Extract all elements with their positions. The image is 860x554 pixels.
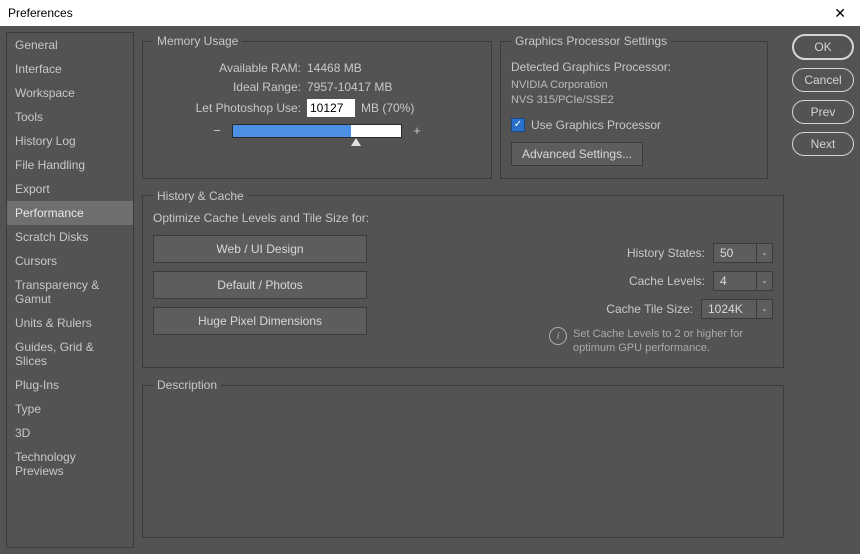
advanced-settings-button[interactable]: Advanced Settings... [511, 142, 643, 166]
ideal-range-value: 7957-10417 MB [307, 80, 392, 94]
memory-use-suffix: MB (70%) [361, 101, 414, 115]
cache-info-text: Set Cache Levels to 2 or higher for opti… [573, 327, 753, 356]
cache-levels-label: Cache Levels: [629, 274, 705, 288]
history-states-value[interactable]: 50 [713, 243, 757, 263]
slider-track[interactable] [232, 124, 402, 138]
let-use-label: Let Photoshop Use: [153, 101, 307, 115]
sidebar-item-type[interactable]: Type [7, 397, 133, 421]
sidebar-item-technology-previews[interactable]: Technology Previews [7, 445, 133, 483]
sidebar-item-interface[interactable]: Interface [7, 57, 133, 81]
available-ram-label: Available RAM: [153, 61, 307, 75]
top-row: Memory Usage Available RAM: 14468 MB Ide… [142, 32, 784, 179]
close-icon[interactable]: ✕ [828, 3, 852, 24]
window-title: Preferences [8, 6, 73, 20]
sidebar-item-3d[interactable]: 3D [7, 421, 133, 445]
sidebar-item-tools[interactable]: Tools [7, 105, 133, 129]
cache-tile-value[interactable]: 1024K [701, 299, 757, 319]
sidebar-item-history-log[interactable]: History Log [7, 129, 133, 153]
sidebar: GeneralInterfaceWorkspaceToolsHistory Lo… [6, 32, 134, 548]
sidebar-item-units-rulers[interactable]: Units & Rulers [7, 311, 133, 335]
description-area: Description [142, 376, 784, 548]
titlebar: Preferences ✕ [0, 0, 860, 26]
chevron-down-icon[interactable]: ⌄ [757, 243, 773, 263]
cache-settings: History States: 50 ⌄ Cache Levels: 4 ⌄ [387, 231, 773, 356]
memory-legend: Memory Usage [153, 34, 242, 48]
action-column: OK Cancel Prev Next [792, 32, 854, 548]
preset-buttons: Web / UI Design Default / Photos Huge Pixe… [153, 235, 367, 356]
content: Memory Usage Available RAM: 14468 MB Ide… [142, 32, 784, 548]
description-group: Description [142, 378, 784, 538]
memory-usage-group: Memory Usage Available RAM: 14468 MB Ide… [142, 34, 492, 179]
use-gpu-checkbox[interactable]: ✓ [511, 118, 525, 132]
history-cache-group: History & Cache Optimize Cache Levels an… [142, 189, 784, 369]
preset-web-ui-design[interactable]: Web / UI Design [153, 235, 367, 263]
cache-levels-value[interactable]: 4 [713, 271, 757, 291]
sidebar-item-export[interactable]: Export [7, 177, 133, 201]
plus-icon[interactable]: + [410, 123, 424, 138]
chevron-down-icon[interactable]: ⌄ [757, 299, 773, 319]
slider-thumb[interactable] [351, 138, 361, 146]
gpu-legend: Graphics Processor Settings [511, 34, 671, 48]
preset-huge-pixel-dimensions[interactable]: Huge Pixel Dimensions [153, 307, 367, 335]
description-legend: Description [153, 378, 221, 392]
preset-default-photos[interactable]: Default / Photos [153, 271, 367, 299]
gpu-device: NVS 315/PCIe/SSE2 [511, 93, 757, 108]
next-button[interactable]: Next [792, 132, 854, 156]
prev-button[interactable]: Prev [792, 100, 854, 124]
sidebar-item-scratch-disks[interactable]: Scratch Disks [7, 225, 133, 249]
sidebar-item-cursors[interactable]: Cursors [7, 249, 133, 273]
sidebar-item-workspace[interactable]: Workspace [7, 81, 133, 105]
minus-icon[interactable]: − [210, 123, 224, 138]
sidebar-item-general[interactable]: General [7, 33, 133, 57]
cache-tile-label: Cache Tile Size: [606, 302, 693, 316]
sidebar-item-performance[interactable]: Performance [7, 201, 133, 225]
sidebar-item-transparency-gamut[interactable]: Transparency & Gamut [7, 273, 133, 311]
detected-gpu-label: Detected Graphics Processor: [511, 60, 757, 74]
history-legend: History & Cache [153, 189, 248, 203]
use-gpu-label: Use Graphics Processor [531, 118, 661, 132]
sidebar-item-guides-grid-slices[interactable]: Guides, Grid & Slices [7, 335, 133, 373]
sidebar-item-plug-ins[interactable]: Plug-Ins [7, 373, 133, 397]
available-ram-value: 14468 MB [307, 61, 362, 75]
memory-slider[interactable]: − + [153, 123, 481, 138]
optimize-label: Optimize Cache Levels and Tile Size for: [153, 211, 773, 225]
cancel-button[interactable]: Cancel [792, 68, 854, 92]
ok-button[interactable]: OK [792, 34, 854, 60]
gpu-settings-group: Graphics Processor Settings Detected Gra… [500, 34, 768, 179]
memory-use-input[interactable] [307, 99, 355, 117]
slider-fill [233, 125, 351, 137]
ideal-range-label: Ideal Range: [153, 80, 307, 94]
sidebar-item-file-handling[interactable]: File Handling [7, 153, 133, 177]
info-icon: i [549, 327, 567, 345]
history-states-label: History States: [627, 246, 705, 260]
chevron-down-icon[interactable]: ⌄ [757, 271, 773, 291]
gpu-vendor: NVIDIA Corporation [511, 78, 757, 93]
main-area: GeneralInterfaceWorkspaceToolsHistory Lo… [0, 26, 860, 554]
